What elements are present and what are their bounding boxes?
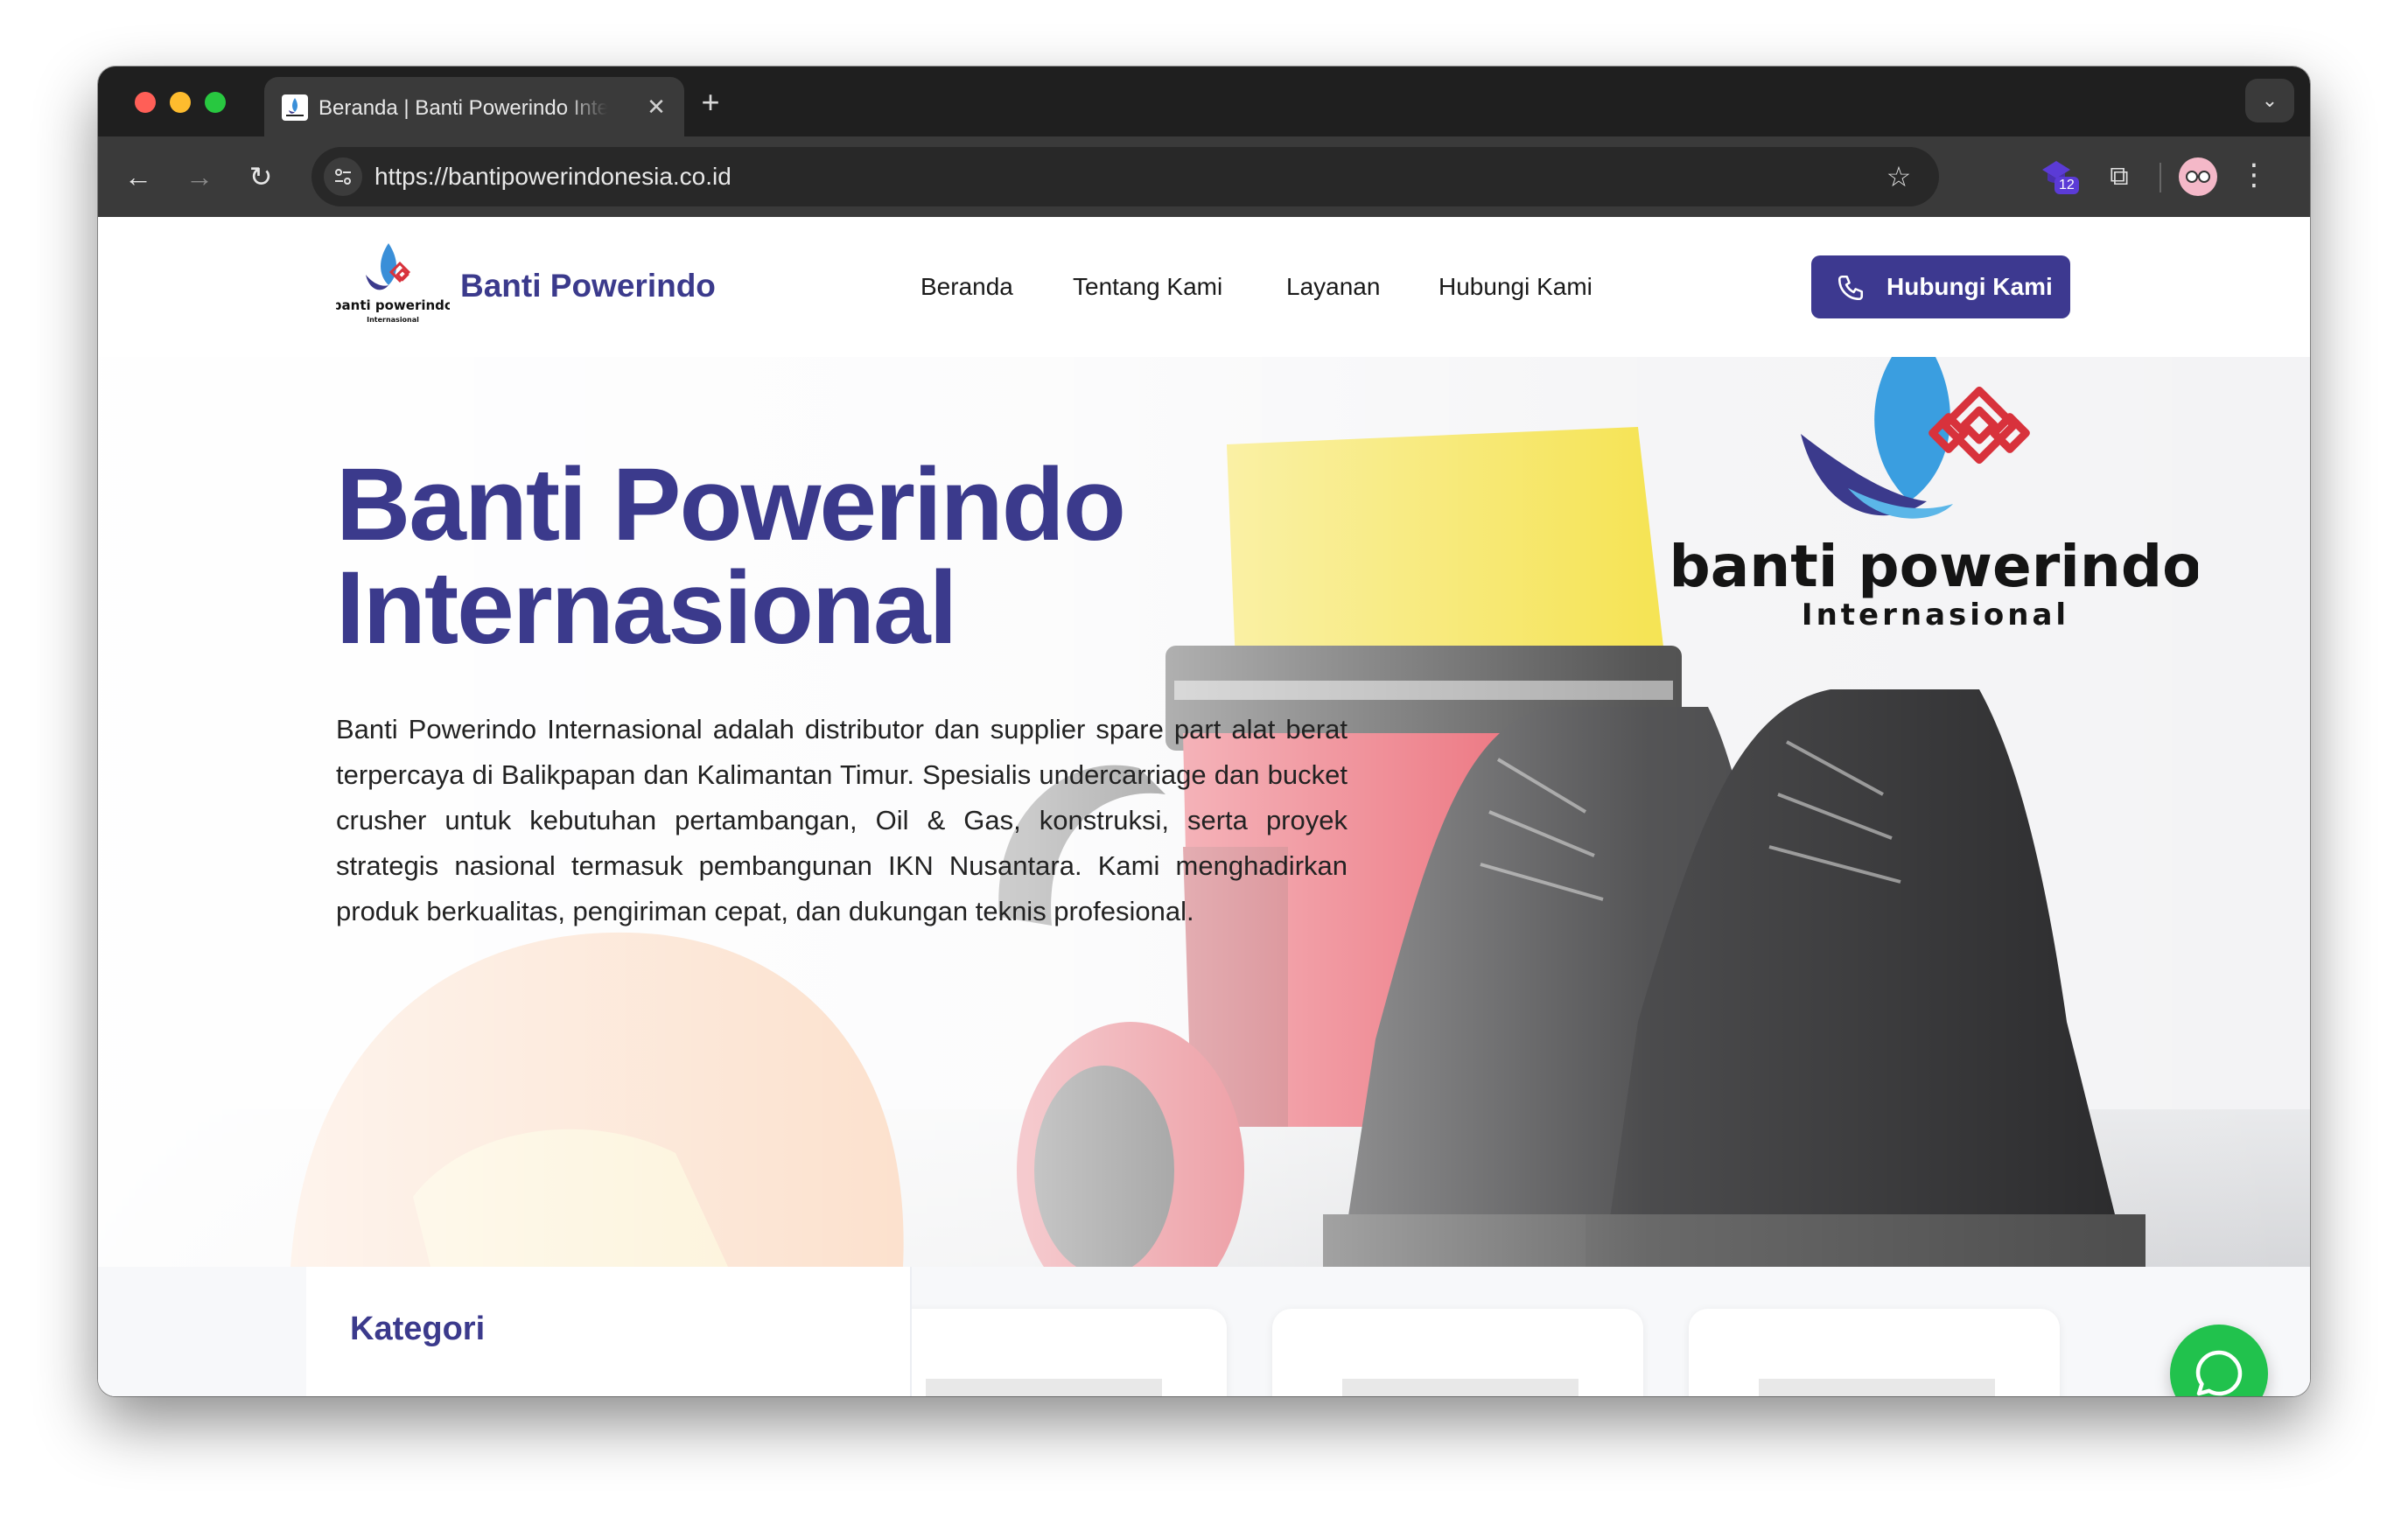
nav-link-hubungi-kami[interactable]: Hubungi Kami xyxy=(1438,269,1592,304)
browser-window: Beranda | Banti Powerindo Internasional … xyxy=(98,66,2310,1396)
toolbar-divider xyxy=(2160,163,2161,192)
tab-title: Beranda | Banti Powerindo Internasional xyxy=(318,96,607,120)
url-text[interactable]: https://bantipowerindonesia.co.id xyxy=(374,162,732,192)
extensions-puzzle-icon[interactable]: ⧉ xyxy=(2098,156,2140,198)
hero-logo-image: banti powerindo Internasional xyxy=(1670,357,2202,637)
logo-wordmark-sub: Internasional xyxy=(367,316,419,324)
cta-label: Hubungi Kami xyxy=(1886,273,2053,300)
site-info-icon[interactable] xyxy=(324,157,362,196)
reload-icon[interactable]: ↻ xyxy=(240,156,282,198)
web-page: banti powerindo Internasional Banti Powe… xyxy=(98,217,2310,1396)
product-card[interactable] xyxy=(1689,1309,2060,1396)
category-sidebar: Kategori xyxy=(306,1267,912,1396)
hero-section: banti powerindo Internasional Banti Powe… xyxy=(98,357,2310,1267)
tab-strip: Beranda | Banti Powerindo Internasional … xyxy=(98,66,2310,136)
tab-search-chevron-down-icon[interactable]: ⌄ xyxy=(2245,79,2294,122)
product-image xyxy=(1342,1379,1578,1396)
product-image xyxy=(1759,1379,1995,1396)
brand-name[interactable]: Banti Powerindo xyxy=(460,266,716,306)
whatsapp-icon xyxy=(2195,1350,2243,1396)
maximize-window-button[interactable] xyxy=(205,92,226,113)
nav-link-layanan[interactable]: Layanan xyxy=(1286,269,1380,304)
logo-wordmark: banti powerindo xyxy=(336,297,450,313)
hero-logo-wordmark-sub: Internasional xyxy=(1802,598,2069,633)
new-tab-button[interactable]: + xyxy=(693,86,728,121)
browser-menu-icon[interactable]: ⋮ xyxy=(2236,156,2272,198)
phone-icon xyxy=(1838,275,1864,301)
bookmark-star-icon[interactable]: ☆ xyxy=(1881,159,1916,194)
tab-close-icon[interactable]: ✕ xyxy=(642,93,670,121)
product-image xyxy=(926,1379,1162,1396)
site-favicon-icon xyxy=(282,94,308,121)
back-arrow-icon[interactable]: ← xyxy=(117,156,159,198)
site-logo[interactable]: banti powerindo Internasional xyxy=(332,236,453,327)
nav-link-beranda[interactable]: Beranda xyxy=(920,269,1013,304)
browser-tab-active[interactable]: Beranda | Banti Powerindo Internasional … xyxy=(264,77,684,136)
extension-icon[interactable]: 12 xyxy=(2039,156,2079,194)
contact-cta-button[interactable]: Hubungi Kami xyxy=(1811,255,2070,318)
hero-title-line2: Internasional xyxy=(336,550,957,666)
category-title: Kategori xyxy=(350,1311,486,1347)
address-bar[interactable]: https://bantipowerindonesia.co.id ☆ xyxy=(312,147,1939,206)
extension-badge: 12 xyxy=(2054,177,2079,194)
nav-link-tentang-kami[interactable]: Tentang Kami xyxy=(1073,269,1222,304)
site-header: banti powerindo Internasional Banti Powe… xyxy=(98,217,2310,357)
close-window-button[interactable] xyxy=(135,92,156,113)
minimize-window-button[interactable] xyxy=(170,92,191,113)
hero-logo-wordmark: banti powerindo xyxy=(1673,533,2198,600)
profile-avatar[interactable] xyxy=(2179,157,2217,196)
hero-description: Banti Powerindo Internasional adalah dis… xyxy=(336,714,1348,926)
hero-title-line1: Banti Powerindo xyxy=(336,447,1126,563)
hero-title: Banti Powerindo Internasional xyxy=(336,453,1298,660)
forward-arrow-icon[interactable]: → xyxy=(178,156,220,198)
browser-toolbar: ← → ↻ https://bantipowerindonesia.co.id … xyxy=(98,136,2310,217)
product-card[interactable] xyxy=(1272,1309,1643,1396)
